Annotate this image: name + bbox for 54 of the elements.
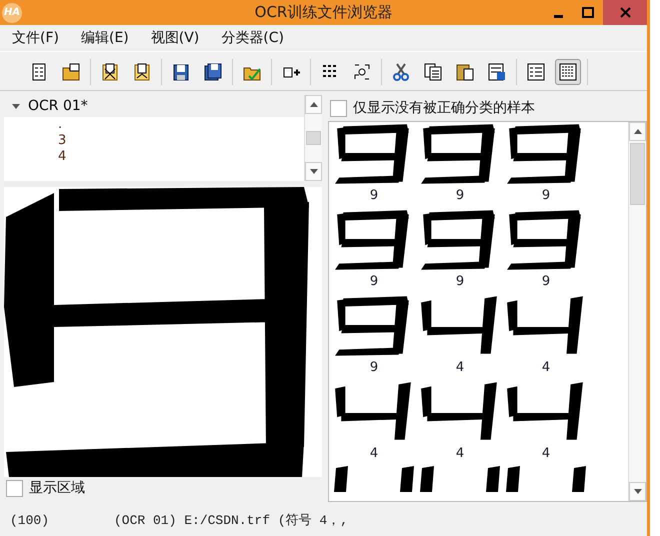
document-icon	[30, 63, 48, 81]
copy-icon	[424, 63, 442, 81]
minimize-icon	[554, 15, 562, 18]
list-view-icon	[527, 63, 545, 81]
tree-item[interactable]: 3	[58, 133, 66, 148]
scroll-up-icon	[310, 102, 318, 107]
document-icon	[101, 63, 119, 81]
scrollbar-thumb[interactable]	[306, 131, 321, 145]
toolbar-button[interactable]	[555, 59, 581, 85]
tree-item[interactable]: 4	[58, 149, 66, 164]
cut-icon	[392, 63, 410, 81]
paste-icon	[456, 63, 474, 81]
scroll-down-icon	[310, 169, 318, 174]
window-title: OCR训练文件浏览器	[254, 3, 392, 21]
status-text: (100)	[10, 512, 50, 528]
scroll-up-icon	[634, 129, 642, 134]
tree-item[interactable]: .	[58, 117, 62, 132]
sample-label: 4	[456, 446, 464, 461]
sample-label: 4	[542, 446, 550, 461]
sample-label: 9	[542, 274, 550, 289]
menu-item[interactable]: 分类器(C)	[213, 27, 292, 49]
close-icon	[620, 7, 630, 18]
document-icon	[133, 63, 151, 81]
scatter-icon	[353, 63, 371, 81]
checkbox[interactable]	[330, 100, 347, 116]
sample-label: 9	[456, 188, 464, 203]
maximize-icon	[582, 7, 594, 18]
delete-icon	[488, 63, 506, 81]
checkbox-label: 显示区域	[29, 479, 85, 497]
grid-view-icon	[559, 63, 577, 81]
scrollbar[interactable]	[628, 122, 646, 501]
menu-item[interactable]: 编辑(E)	[72, 27, 137, 49]
scrollbar[interactable]	[304, 95, 322, 181]
folder-icon	[62, 63, 80, 81]
scrollbar-thumb[interactable]	[630, 143, 645, 205]
checkbox-label: 仅显示没有被正确分类的样本	[353, 99, 535, 117]
sample-label: 9	[370, 188, 378, 203]
floppy-disks-icon	[204, 63, 222, 81]
scroll-down-icon	[634, 489, 642, 494]
sample-label: 9	[370, 360, 378, 375]
sample-label: 4	[370, 446, 378, 461]
sample-label: 4	[542, 360, 550, 375]
tree-node[interactable]: OCR 01*	[28, 98, 88, 114]
status-text: (OCR 01) E:/CSDN.trf (符号 4，,	[114, 512, 348, 529]
close-button[interactable]	[603, 0, 647, 25]
menu-item[interactable]: 视图(V)	[142, 27, 208, 49]
sample-label: 9	[370, 274, 378, 289]
app-logo: HA	[2, 2, 22, 22]
sample-label: 4	[456, 360, 464, 375]
menu-item[interactable]: 文件(F)	[4, 27, 67, 49]
collapse-arrow-icon[interactable]	[12, 102, 20, 110]
checkbox[interactable]	[6, 480, 23, 496]
sample-label: 9	[456, 274, 464, 289]
sample-label: 9	[542, 188, 550, 203]
